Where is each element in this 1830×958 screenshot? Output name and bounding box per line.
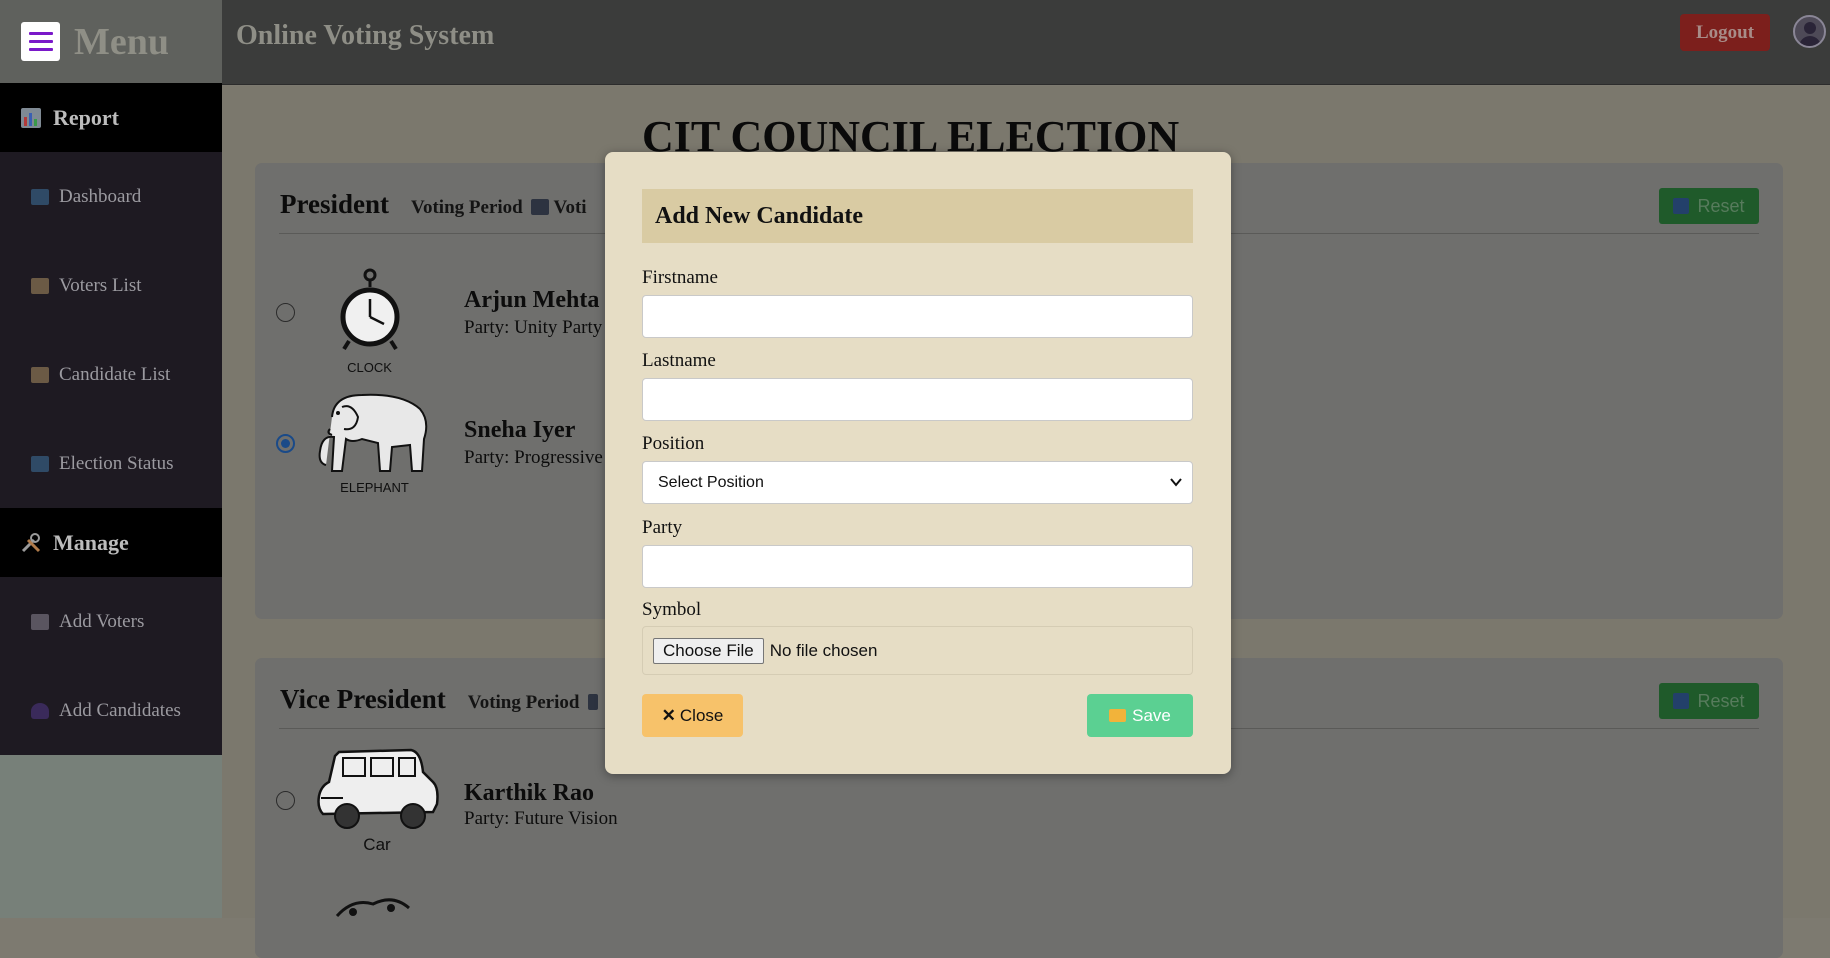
- candidate-name: Karthik Rao: [464, 780, 595, 806]
- sidebar-item-add-voters[interactable]: Add Voters: [0, 577, 222, 666]
- modal-title: Add New Candidate: [642, 189, 1193, 243]
- sidebar: Menu Report Dashboard Voters List Candid…: [0, 0, 222, 918]
- voting-period-label: Voting Period: [468, 692, 599, 714]
- position-label: Position: [642, 433, 705, 454]
- clock-icon: [340, 268, 399, 351]
- reset-button[interactable]: Reset: [1659, 188, 1759, 224]
- next-candidate-symbol-partial: [333, 888, 413, 918]
- candidate-name: Arjun Mehta: [464, 287, 600, 313]
- candidate-radio[interactable]: [276, 791, 295, 810]
- party-label: Party: [642, 517, 683, 538]
- calendar-icon: [588, 694, 599, 710]
- party-field[interactable]: [642, 545, 1193, 588]
- sidebar-item-election-status[interactable]: Election Status: [0, 419, 222, 508]
- close-icon: ✕: [661, 705, 676, 725]
- sidebar-item-label: Election Status: [59, 452, 174, 474]
- candidate-radio[interactable]: [276, 303, 295, 322]
- sidebar-section-label: Report: [53, 104, 119, 130]
- candidate-symbol: CLOCK: [312, 267, 427, 375]
- save-button[interactable]: Save: [1087, 694, 1193, 737]
- sidebar-section-manage: Manage: [0, 508, 222, 577]
- folder-icon: [1109, 709, 1127, 722]
- tools-icon: [19, 531, 43, 555]
- add-candidate-modal: Add New Candidate Firstname Lastname Pos…: [605, 152, 1231, 774]
- close-button[interactable]: ✕ Close: [642, 694, 743, 737]
- user-icon: [31, 702, 49, 719]
- sidebar-item-label: Dashboard: [59, 185, 142, 207]
- sidebar-item-label: Voters List: [59, 274, 142, 296]
- position-title: President: [280, 189, 389, 219]
- candidate-symbol: Car: [312, 742, 442, 855]
- lastname-field[interactable]: [642, 378, 1193, 421]
- sidebar-item-dashboard[interactable]: Dashboard: [0, 152, 222, 241]
- position-title: Vice President: [280, 684, 446, 714]
- car-icon: [317, 748, 439, 829]
- symbol-label: Symbol: [642, 599, 702, 620]
- elephant-icon: [318, 393, 428, 472]
- laptop-icon: [31, 188, 49, 205]
- candidate-party: Party: Unity Party: [464, 317, 603, 338]
- manage-items: Add Voters Add Candidates: [0, 577, 222, 755]
- chart-icon: [19, 106, 43, 130]
- file-status: No file chosen: [769, 640, 878, 660]
- report-items: Dashboard Voters List Candidate List Ele…: [0, 152, 222, 508]
- laptop-icon: [31, 455, 49, 472]
- refresh-icon: [1673, 198, 1690, 214]
- sidebar-section-label: Manage: [53, 529, 129, 555]
- sidebar-item-add-candidates[interactable]: Add Candidates: [0, 666, 222, 755]
- sidebar-section-report: Report: [0, 83, 222, 152]
- sidebar-item-voters-list[interactable]: Voters List: [0, 241, 222, 330]
- card-header: Vice President Voting Period: [280, 684, 599, 715]
- choose-file-button[interactable]: Choose File: [653, 637, 764, 664]
- app-title: Online Voting System: [236, 20, 495, 51]
- firstname-label: Firstname: [642, 267, 718, 288]
- candidate-radio-selected[interactable]: [276, 434, 295, 453]
- position-select[interactable]: Select Position: [642, 461, 1193, 504]
- reset-button[interactable]: Reset: [1659, 683, 1759, 719]
- hamburger-menu-icon[interactable]: [21, 22, 60, 61]
- clipboard-icon: [31, 613, 49, 630]
- candidate-party: Party: Future Vision: [464, 808, 618, 829]
- firstname-field[interactable]: [642, 295, 1193, 338]
- card-header: President Voting Period Voti: [280, 189, 587, 220]
- refresh-icon: [1673, 693, 1690, 709]
- candidate-symbol: ELEPHANT: [312, 387, 437, 495]
- candidate-party: Party: Progressive: [464, 447, 603, 468]
- voting-period-label: Voting Period Voti: [411, 197, 587, 218]
- sidebar-item-label: Candidate List: [59, 363, 171, 385]
- menu-header: Menu: [0, 0, 222, 83]
- symbol-file-input: Choose File No file chosen: [642, 626, 1193, 675]
- clipboard-icon: [31, 277, 49, 294]
- lastname-label: Lastname: [642, 350, 716, 371]
- sidebar-item-candidate-list[interactable]: Candidate List: [0, 330, 222, 419]
- chevron-down-icon: [1170, 475, 1182, 490]
- clipboard-icon: [31, 366, 49, 383]
- sidebar-item-label: Add Candidates: [59, 699, 181, 721]
- calendar-icon: [531, 199, 550, 215]
- top-bar: Online Voting System Logout: [222, 0, 1830, 85]
- sidebar-item-label: Add Voters: [59, 610, 145, 632]
- menu-title: Menu: [74, 20, 169, 63]
- logout-button[interactable]: Logout: [1680, 14, 1770, 51]
- avatar[interactable]: [1793, 15, 1826, 48]
- position-select-value: Select Position: [658, 473, 764, 491]
- candidate-name: Sneha Iyer: [464, 417, 576, 443]
